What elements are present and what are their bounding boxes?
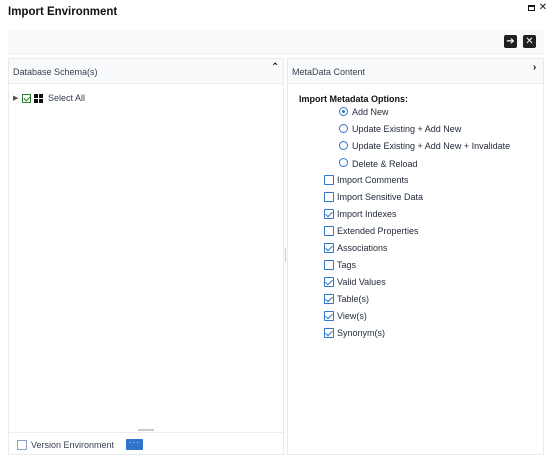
chevron-up-icon[interactable]: ⌃ xyxy=(271,62,279,73)
checkbox-label: Tags xyxy=(337,260,357,270)
database-schema-header: Database Schema(s) ⌃ xyxy=(9,59,283,84)
toolbar xyxy=(8,30,544,54)
window-title: Import Environment xyxy=(8,6,118,18)
close-box-icon[interactable]: ✕ xyxy=(523,35,536,48)
metadata-content-panel: MetaData Content › Import Metadata Optio… xyxy=(287,58,544,455)
version-environment-label: Version Environment xyxy=(31,440,115,450)
checkbox-label: View(s) xyxy=(337,311,367,321)
version-environment-checkbox[interactable] xyxy=(17,440,27,450)
checkbox-extended-properties[interactable] xyxy=(324,226,334,236)
checkbox-label: Import Sensitive Data xyxy=(337,192,424,202)
checkbox-label: Associations xyxy=(337,243,388,253)
select-all-checkbox[interactable] xyxy=(22,93,31,103)
schema-grid-icon xyxy=(34,93,43,103)
select-all-label: Select All xyxy=(48,93,86,103)
import-options-heading: Import Metadata Options: xyxy=(299,94,409,104)
database-schema-title: Database Schema(s) xyxy=(13,67,98,77)
checkbox-label: Synonym(s) xyxy=(337,328,386,338)
radio-label: Update Existing + Add New + Invalidate xyxy=(352,141,511,151)
checkbox-label: Import Indexes xyxy=(337,209,397,219)
checkbox-import-sensitive-data[interactable] xyxy=(324,192,334,202)
checkbox-tags[interactable] xyxy=(324,260,334,270)
checkbox-label: Import Comments xyxy=(337,175,409,185)
tree-row-select-all: ▶ Select All xyxy=(13,92,85,104)
radio-add-new[interactable] xyxy=(339,107,348,116)
metadata-content-header: MetaData Content › xyxy=(288,59,543,84)
left-panel-footer: Version Environment ··· xyxy=(9,432,283,454)
chevron-right-icon[interactable]: › xyxy=(533,62,536,73)
checkbox-label: Valid Values xyxy=(337,277,386,287)
checkbox-label: Extended Properties xyxy=(337,226,419,236)
radio-update-existing[interactable] xyxy=(339,124,348,133)
radio-label: Update Existing + Add New xyxy=(352,124,462,134)
checkbox-tables[interactable] xyxy=(324,294,334,304)
checkbox-import-comments[interactable] xyxy=(324,175,334,185)
radio-label: Delete & Reload xyxy=(352,159,418,169)
radio-label: Add New xyxy=(352,107,389,117)
checkbox-views[interactable] xyxy=(324,311,334,321)
version-browse-button[interactable]: ··· xyxy=(126,439,143,450)
radio-update-invalidate[interactable] xyxy=(339,141,348,150)
checkbox-valid-values[interactable] xyxy=(324,277,334,287)
arrow-right-icon[interactable]: ➔ xyxy=(504,35,517,48)
horizontal-scrollbar[interactable] xyxy=(138,429,154,431)
panel-splitter-handle[interactable] xyxy=(285,248,286,262)
database-schema-panel: Database Schema(s) ⌃ ▶ Select All xyxy=(8,58,284,455)
checkbox-associations[interactable] xyxy=(324,243,334,253)
metadata-content-title: MetaData Content xyxy=(292,67,366,77)
radio-delete-reload[interactable] xyxy=(339,158,348,167)
close-icon[interactable]: ✕ xyxy=(538,3,548,13)
checkbox-label: Table(s) xyxy=(337,294,370,304)
checkbox-synonyms[interactable] xyxy=(324,328,334,338)
expand-caret-icon[interactable]: ▶ xyxy=(13,94,22,102)
title-bar: Import Environment ✕ xyxy=(0,0,552,26)
checkbox-import-indexes[interactable] xyxy=(324,209,334,219)
maximize-icon[interactable] xyxy=(527,3,537,13)
